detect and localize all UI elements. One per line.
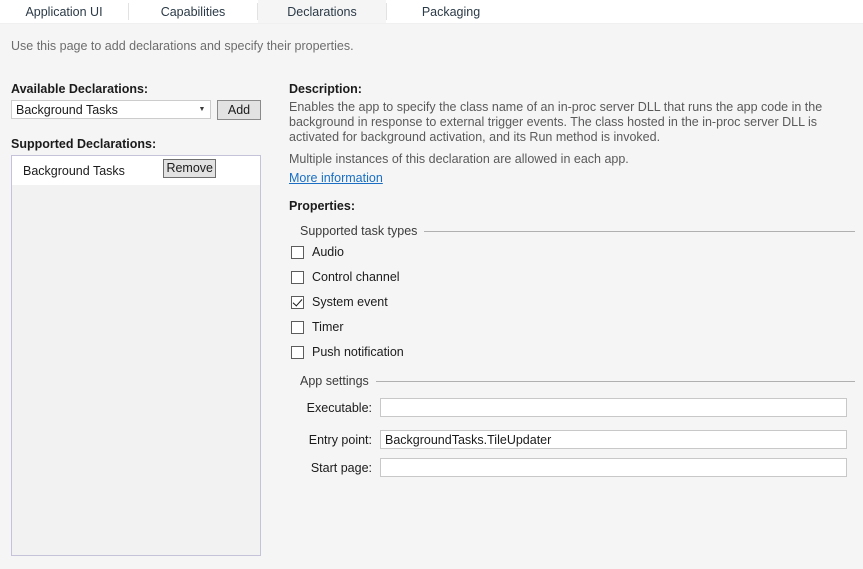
checkbox-checked-icon[interactable] [291, 296, 304, 309]
entry-point-input[interactable] [380, 430, 847, 449]
tab-capabilities[interactable]: Capabilities [129, 0, 257, 23]
list-item[interactable]: Background Tasks Remove [12, 156, 260, 185]
available-declarations-label: Available Declarations: [11, 82, 148, 96]
checkbox-row-audio[interactable]: Audio [289, 245, 344, 259]
tab-label: Capabilities [161, 5, 226, 19]
group-label: Supported task types [289, 224, 424, 238]
checkbox-row-push-notification[interactable]: Push notification [289, 345, 404, 359]
checkbox-icon[interactable] [291, 346, 304, 359]
group-divider [376, 381, 855, 382]
details-pane: Description: Enables the app to specify … [289, 0, 863, 569]
supported-task-types-group-header: Supported task types [289, 224, 855, 238]
tab-application-ui[interactable]: Application UI [0, 0, 128, 23]
add-button[interactable]: Add [217, 100, 261, 120]
start-page-label: Start page: [289, 461, 380, 475]
entry-point-label: Entry point: [289, 433, 380, 447]
list-item-label: Background Tasks [12, 164, 125, 178]
checkbox-row-control-channel[interactable]: Control channel [289, 270, 400, 284]
checkbox-icon[interactable] [291, 321, 304, 334]
description-paragraph-2: Multiple instances of this declaration a… [289, 152, 851, 167]
checkbox-row-timer[interactable]: Timer [289, 320, 343, 334]
remove-button[interactable]: Remove [163, 159, 216, 178]
start-page-field-row: Start page: [289, 458, 855, 477]
chevron-down-icon: ▼ [194, 106, 210, 113]
more-information-link[interactable]: More information [289, 171, 383, 185]
checkbox-label: Timer [304, 320, 343, 334]
start-page-input[interactable] [380, 458, 847, 477]
executable-field-row: Executable: [289, 398, 855, 417]
supported-declarations-label: Supported Declarations: [11, 137, 156, 151]
entry-point-field-row: Entry point: [289, 430, 855, 449]
executable-input[interactable] [380, 398, 847, 417]
available-declarations-combobox[interactable]: Background Tasks ▼ [11, 100, 211, 119]
checkbox-label: Push notification [304, 345, 404, 359]
properties-header: Properties: [289, 199, 355, 213]
executable-label: Executable: [289, 401, 380, 415]
checkbox-icon[interactable] [291, 271, 304, 284]
checkbox-label: Audio [304, 245, 344, 259]
checkbox-icon[interactable] [291, 246, 304, 259]
checkbox-label: System event [304, 295, 388, 309]
app-settings-group-header: App settings [289, 374, 855, 388]
checkbox-row-system-event[interactable]: System event [289, 295, 388, 309]
description-paragraph-1: Enables the app to specify the class nam… [289, 100, 851, 145]
description-header: Description: [289, 82, 362, 96]
tab-label: Application UI [25, 5, 102, 19]
supported-declarations-listbox[interactable]: Background Tasks Remove [11, 155, 261, 556]
group-divider [424, 231, 855, 232]
checkbox-label: Control channel [304, 270, 400, 284]
combobox-selected-value: Background Tasks [12, 103, 194, 117]
group-label: App settings [289, 374, 376, 388]
